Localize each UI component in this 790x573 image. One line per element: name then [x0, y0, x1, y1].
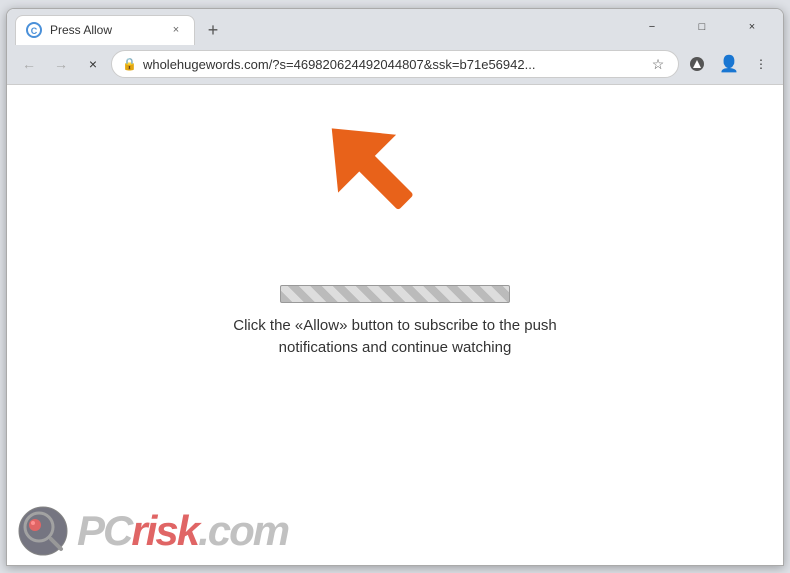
menu-button[interactable]: ⋮	[747, 50, 775, 78]
tab-area: C Press Allow × +	[15, 9, 629, 45]
progress-bar	[280, 285, 510, 303]
maximize-button[interactable]: □	[679, 9, 725, 45]
watermark-text: PCrisk.com	[77, 507, 288, 555]
back-button[interactable]: ←	[15, 50, 43, 78]
arrow-indicator	[317, 110, 437, 240]
browser-toolbar: ← → × 🔒 wholehugewords.com/?s=4698206244…	[7, 45, 783, 85]
active-tab[interactable]: C Press Allow ×	[15, 15, 195, 45]
lock-icon: 🔒	[122, 57, 137, 71]
titlebar: C Press Allow × + − □ ×	[7, 9, 783, 45]
url-text: wholehugewords.com/?s=469820624492044807…	[143, 57, 642, 72]
tab-title: Press Allow	[50, 23, 160, 37]
watermark-pc: PC	[77, 507, 131, 554]
close-button[interactable]: ×	[729, 9, 775, 45]
bookmark-icon[interactable]: ☆	[648, 54, 668, 74]
new-tab-button[interactable]: +	[199, 17, 227, 45]
svg-text:C: C	[31, 26, 38, 36]
progress-area: Click the «Allow» button to subscribe to…	[201, 285, 589, 360]
address-bar[interactable]: 🔒 wholehugewords.com/?s=4698206244920448…	[111, 50, 679, 78]
extensions-button[interactable]	[683, 50, 711, 78]
minimize-button[interactable]: −	[629, 9, 675, 45]
reload-button[interactable]: ×	[79, 50, 107, 78]
page-content: Click the «Allow» button to subscribe to…	[7, 85, 783, 565]
tab-favicon: C	[26, 22, 42, 38]
window-controls: − □ ×	[629, 9, 775, 45]
page-message: Click the «Allow» button to subscribe to…	[201, 315, 589, 360]
pcrisk-logo-icon	[17, 505, 69, 557]
profile-button[interactable]: 👤	[715, 50, 743, 78]
watermark-risk: risk	[131, 507, 198, 554]
watermark: PCrisk.com	[17, 505, 288, 557]
watermark-suffix: .com	[198, 507, 288, 554]
browser-window: C Press Allow × + − □ × ← → × 🔒 wholehug…	[6, 8, 784, 566]
forward-button[interactable]: →	[47, 50, 75, 78]
tab-close-button[interactable]: ×	[168, 22, 184, 38]
